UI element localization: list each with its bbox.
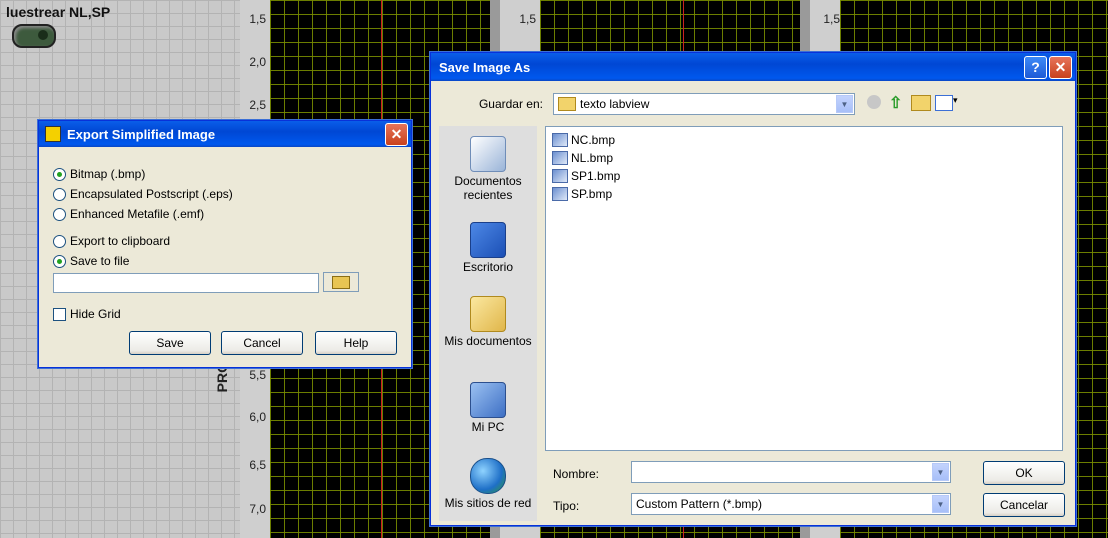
- bitmap-file-icon: [552, 133, 568, 147]
- file-list[interactable]: NC.bmp NL.bmp SP1.bmp SP.bmp: [545, 126, 1063, 451]
- dialog-title: Save Image As: [439, 59, 531, 75]
- view-menu-icon[interactable]: [935, 95, 953, 111]
- radio-save-to-file[interactable]: Save to file: [53, 254, 129, 268]
- boolean-led[interactable]: [12, 24, 56, 48]
- radio-icon[interactable]: [53, 234, 66, 248]
- y-tick: 1,5: [249, 12, 266, 26]
- export-simplified-image-dialog: Export Simplified Image ✕ Bitmap (.bmp) …: [38, 120, 412, 368]
- bitmap-file-icon: [552, 187, 568, 201]
- recent-documents-icon: [470, 136, 506, 172]
- y-tick: 2,0: [249, 55, 266, 69]
- bitmap-file-icon: [552, 169, 568, 183]
- folder-open-icon: [332, 275, 350, 289]
- y-tick: 5,5: [249, 368, 266, 382]
- network-places-icon: [470, 458, 506, 494]
- place-network[interactable]: Mis sitios de red: [439, 458, 537, 510]
- close-icon[interactable]: ✕: [1049, 55, 1072, 79]
- dialog-titlebar[interactable]: Save Image As ? ✕: [431, 53, 1075, 81]
- file-type-label: Tipo:: [553, 499, 580, 513]
- folder-icon: [558, 97, 576, 111]
- new-folder-icon[interactable]: [911, 95, 931, 111]
- chevron-down-icon[interactable]: ▼: [932, 463, 949, 481]
- close-icon[interactable]: ✕: [385, 122, 408, 146]
- y-tick: 6,5: [249, 458, 266, 472]
- save-image-as-dialog: Save Image As ? ✕ Guardar en: texto labv…: [430, 52, 1076, 526]
- file-name-input[interactable]: ▼: [631, 461, 951, 483]
- save-in-dropdown[interactable]: texto labview ▼: [553, 93, 855, 115]
- labview-icon: [45, 126, 61, 142]
- my-computer-icon: [470, 382, 506, 418]
- vi-title: luestrear NL,SP: [6, 4, 111, 20]
- help-button[interactable]: Help: [315, 331, 397, 355]
- help-icon[interactable]: ?: [1024, 55, 1047, 79]
- place-my-documents[interactable]: Mis documentos: [439, 296, 537, 348]
- radio-bitmap[interactable]: Bitmap (.bmp): [53, 167, 145, 181]
- chevron-down-icon[interactable]: ▾: [953, 95, 958, 106]
- up-folder-icon[interactable]: ⇧: [889, 93, 905, 112]
- y-tick: 2,5: [249, 98, 266, 112]
- y-tick: 6,0: [249, 410, 266, 424]
- y-tick: 1,5: [519, 12, 536, 26]
- hide-grid-checkbox[interactable]: Hide Grid: [53, 307, 121, 321]
- file-name-label: Nombre:: [553, 467, 600, 481]
- radio-selected-icon[interactable]: [53, 254, 66, 268]
- radio-eps[interactable]: Encapsulated Postscript (.eps): [53, 187, 233, 201]
- radio-icon[interactable]: [53, 207, 66, 221]
- dialog-titlebar[interactable]: Export Simplified Image ✕: [39, 121, 411, 147]
- file-path-input[interactable]: [53, 273, 319, 293]
- file-item[interactable]: SP.bmp: [552, 187, 612, 201]
- file-type-dropdown[interactable]: Custom Pattern (*.bmp) ▼: [631, 493, 951, 515]
- checkbox-icon[interactable]: [53, 307, 66, 321]
- chevron-down-icon[interactable]: ▼: [932, 495, 949, 513]
- places-bar: Documentos recientes Escritorio Mis docu…: [439, 126, 537, 521]
- browse-button[interactable]: [323, 272, 359, 292]
- file-item[interactable]: SP1.bmp: [552, 169, 620, 183]
- my-documents-icon: [470, 296, 506, 332]
- dialog-title: Export Simplified Image: [67, 126, 216, 142]
- y-tick: 1,5: [823, 12, 840, 26]
- radio-selected-icon[interactable]: [53, 167, 66, 181]
- ok-button[interactable]: OK: [983, 461, 1065, 485]
- chevron-down-icon[interactable]: ▼: [836, 95, 853, 113]
- desktop-icon: [470, 222, 506, 258]
- cancel-button[interactable]: Cancelar: [983, 493, 1065, 517]
- bitmap-file-icon: [552, 151, 568, 165]
- place-my-computer[interactable]: Mi PC: [439, 382, 537, 434]
- radio-emf[interactable]: Enhanced Metafile (.emf): [53, 207, 204, 221]
- back-icon[interactable]: [867, 95, 881, 109]
- save-button[interactable]: Save: [129, 331, 211, 355]
- y-tick: 7,0: [249, 502, 266, 516]
- place-desktop[interactable]: Escritorio: [439, 222, 537, 274]
- radio-icon[interactable]: [53, 187, 66, 201]
- file-item[interactable]: NL.bmp: [552, 151, 613, 165]
- place-recent-documents[interactable]: Documentos recientes: [439, 136, 537, 202]
- file-item[interactable]: NC.bmp: [552, 133, 615, 147]
- save-in-label: Guardar en:: [478, 97, 543, 111]
- radio-clipboard[interactable]: Export to clipboard: [53, 234, 170, 248]
- cancel-button[interactable]: Cancel: [221, 331, 303, 355]
